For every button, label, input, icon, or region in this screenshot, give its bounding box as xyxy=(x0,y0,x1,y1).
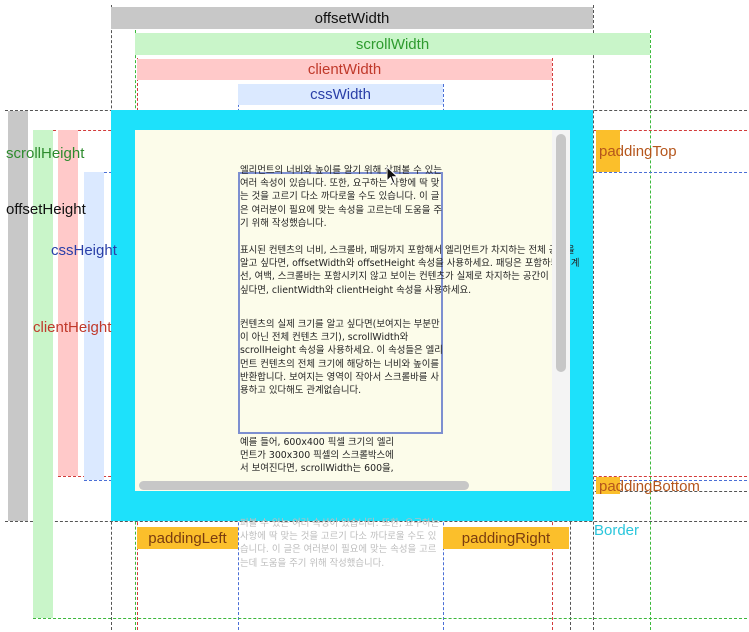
content-paragraph-2: 표시된 컨텐츠의 너비, 스크롤바, 패딩까지 포함해서 엘리먼트가 차지하는 … xyxy=(240,244,579,297)
guide-scroll-bottom xyxy=(33,618,747,619)
padding-right-bar: paddingRight xyxy=(443,527,569,549)
css-width-label: cssWidth xyxy=(310,86,371,103)
content-paragraph-3-box: 컨텐츠의 실제 크기를 알고 싶다면(보여지는 부분만이 아닌 전체 컨텐츠 크… xyxy=(240,318,443,407)
css-width-bar: cssWidth xyxy=(238,84,443,105)
content-text: 엘리먼트의 너비와 높이를 알기 위해 살펴볼 수 있는 여러 속성이 있습니다… xyxy=(240,164,443,240)
mouse-cursor-icon xyxy=(386,166,399,185)
horizontal-scrollbar-thumb[interactable] xyxy=(139,481,469,490)
content-paragraph-4-line-2: 먼트가 300x300 픽셀의 스크롤박스에 xyxy=(240,450,394,462)
css-height-label: cssHeight xyxy=(51,242,117,259)
overflow-ghost-paragraph: 펴볼 수 있는 여러 속성이 있습니다. 또한, 요구하는 사항에 딱 맞는 것… xyxy=(240,518,440,569)
client-width-label: clientWidth xyxy=(307,61,382,78)
content-paragraph-1: 엘리먼트의 너비와 높이를 알기 위해 살펴볼 수 있는 여러 속성이 있습니다… xyxy=(240,165,442,229)
content-paragraph-2-line-3: 선, 여백, 스크롤바는 포함시키지 않고 보이는 컨텐츠가 실제로 차지하는 … xyxy=(240,271,570,283)
content-paragraph-2-line-2: 알고 싶다면, offsetWidth와 offsetHeight 속성을 사용… xyxy=(240,258,580,270)
scroll-width-label: scrollWidth xyxy=(355,35,430,53)
offset-height-label: offsetHeight xyxy=(6,201,86,218)
scroll-height-label: scrollHeight xyxy=(6,145,85,162)
client-height-label: clientHeight xyxy=(33,319,112,336)
offset-width-bar: offsetWidth xyxy=(111,7,593,29)
client-width-bar: clientWidth xyxy=(137,59,552,80)
overflow-ghost-text: 펴볼 수 있는 여러 속성이 있습니다. 또한, 요구하는 사항에 딱 맞는 것… xyxy=(240,517,443,570)
content-paragraph-4-line-1: 예를 들어, 600x400 픽셀 크기의 엘리 xyxy=(240,437,395,448)
border-label: Border xyxy=(594,522,640,539)
padding-left-label: paddingLeft xyxy=(148,529,227,547)
padding-bottom-label: paddingBottom xyxy=(599,478,700,495)
offset-height-bar xyxy=(8,111,28,521)
vertical-scrollbar-thumb[interactable] xyxy=(556,134,566,372)
content-paragraph-2-line-4: 싶다면, clientWidth와 clientHeight 속성을 사용하세요… xyxy=(240,284,472,296)
content-paragraph-4-line-3: 서 보여진다면, scrollWidth는 600을, xyxy=(240,463,394,475)
content-paragraph-3: 컨텐츠의 실제 크기를 알고 싶다면(보여지는 부분만이 아닌 전체 컨텐츠 크… xyxy=(240,319,443,397)
guide-scroll-right xyxy=(650,30,651,630)
padding-top-label: paddingTop xyxy=(599,143,677,160)
content-paragraph-2-line-1: 표시된 컨텐츠의 너비, 스크롤바, 패딩까지 포함해서 엘리먼트가 차지하는 … xyxy=(240,245,575,256)
offset-width-label: offsetWidth xyxy=(314,9,390,27)
content-paragraph-4: 예를 들어, 600x400 픽셀 크기의 엘리 먼트가 300x300 픽셀의… xyxy=(240,436,394,476)
scroll-width-bar: scrollWidth xyxy=(135,33,650,55)
client-height-bar xyxy=(58,130,78,476)
padding-left-bar: paddingLeft xyxy=(137,527,238,549)
padding-right-label: paddingRight xyxy=(461,529,551,547)
